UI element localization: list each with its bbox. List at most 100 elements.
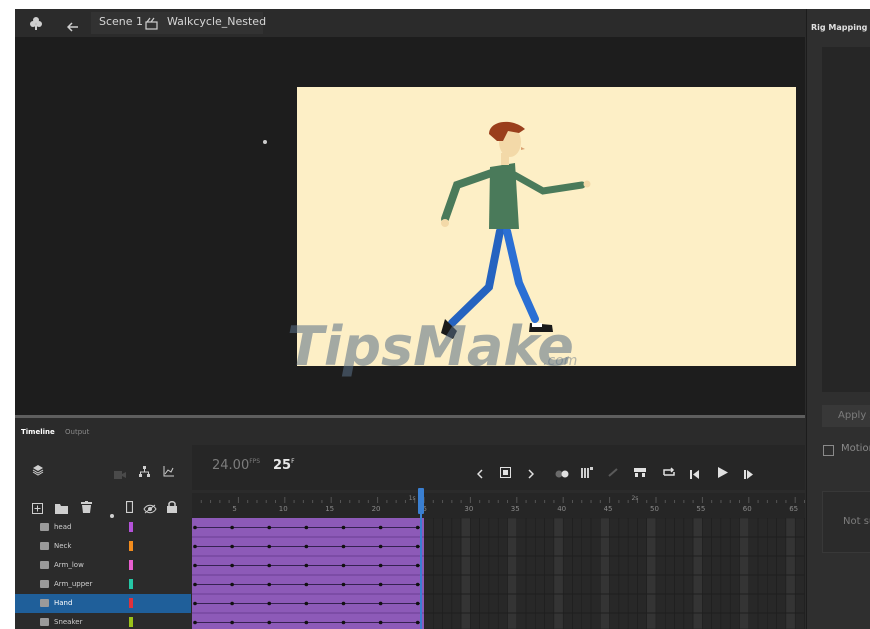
frame-cell [590, 518, 601, 629]
lock-icon[interactable] [167, 498, 177, 517]
frame-cell [655, 518, 666, 629]
keyframe-dot [193, 582, 197, 587]
timeline-panel: Timeline Output 24.00FPS 25F 5 10 15 20 … [15, 418, 805, 629]
motion-checkbox[interactable] [823, 445, 834, 456]
keyframe-dot [415, 544, 420, 549]
frame-cell [433, 518, 443, 629]
link-icon[interactable] [607, 463, 619, 482]
walking-character[interactable] [297, 87, 796, 366]
frame-cell [460, 518, 471, 629]
keyframe-dot [230, 620, 234, 625]
frame-options-icon[interactable] [634, 463, 646, 482]
keyframe-dot [415, 525, 420, 530]
layer-row[interactable]: Arm_low [15, 556, 191, 575]
frame-cell [739, 518, 750, 629]
keyframe-dot [304, 544, 309, 549]
onion-skin-icon[interactable] [555, 464, 569, 483]
keyframe-dot [230, 563, 234, 568]
step-forward-icon[interactable] [744, 464, 755, 483]
layers-icon[interactable] [32, 461, 44, 480]
layer-list: head Neck Arm_low Arm_upper Hand Sneaker [15, 518, 191, 629]
layer-row[interactable]: head [15, 518, 191, 537]
layer-row[interactable]: Arm_upper [15, 575, 191, 594]
outline-icon[interactable] [125, 498, 134, 517]
step-back-icon[interactable] [690, 464, 701, 483]
play-icon[interactable] [718, 463, 728, 482]
layer-color-swatch[interactable] [129, 541, 133, 551]
frame-cell [757, 518, 768, 629]
keyframe-dot [341, 544, 346, 549]
layer-name[interactable]: Sneaker [54, 618, 82, 626]
trash-icon[interactable] [81, 498, 92, 517]
keyframe-dot [378, 601, 383, 606]
add-layer-icon[interactable] [32, 499, 43, 518]
playhead-line [420, 514, 422, 629]
frame-cell [451, 518, 462, 629]
frame-cell [562, 518, 573, 629]
tween-keyframes [192, 525, 424, 625]
tab-output[interactable]: Output [65, 428, 89, 436]
edit-multiple-frames-icon[interactable] [581, 463, 593, 482]
layer-name[interactable]: Arm_low [54, 561, 84, 569]
camera-icon[interactable] [114, 464, 126, 483]
graph-icon[interactable] [163, 462, 174, 481]
layer-type-icon [40, 542, 49, 550]
layer-name[interactable]: head [54, 523, 71, 531]
layer-name[interactable]: Hand [54, 599, 72, 607]
layer-row[interactable]: Neck [15, 537, 191, 556]
frame-cell [507, 518, 518, 629]
frame-cell [776, 518, 787, 629]
keyframe-dot [230, 582, 234, 587]
current-frame-value[interactable]: 25 [273, 458, 291, 473]
ruler-number: 20 [371, 505, 381, 513]
frame-cell [767, 518, 777, 629]
ruler-number: 60 [742, 505, 752, 513]
layer-parenting-icon[interactable] [139, 462, 150, 481]
frame-cell [646, 518, 657, 629]
frames-grid[interactable] [192, 518, 805, 629]
keyframe-dot [378, 563, 383, 568]
back-arrow-icon[interactable] [66, 17, 79, 36]
breadcrumb-scene[interactable]: Scene 1 [99, 15, 143, 28]
keyframe-dot [304, 563, 309, 568]
layer-color-swatch[interactable] [129, 522, 133, 532]
frame-ruler[interactable]: 51015202530354045505560651s2s [192, 493, 805, 518]
fps-display[interactable]: 24.00FPS [212, 458, 260, 473]
tab-timeline[interactable]: Timeline [21, 428, 55, 436]
ruler-number: 50 [650, 505, 659, 513]
keyframe-dot [415, 620, 420, 625]
breadcrumb-symbol[interactable]: Walkcycle_Nested [167, 15, 266, 28]
ruler-second: 2s [631, 495, 639, 502]
fps-value[interactable]: 24.00 [212, 458, 249, 473]
layer-row[interactable]: Sneaker [15, 613, 191, 629]
symbol-switch-icon[interactable] [29, 15, 43, 34]
layer-color-swatch[interactable] [129, 579, 133, 589]
chevron-right-icon[interactable] [528, 464, 535, 483]
insert-keyframe-icon[interactable] [500, 463, 511, 482]
motion-tween-span[interactable] [192, 518, 424, 629]
frame-cell [674, 518, 685, 629]
keyframe-dot [304, 525, 309, 530]
frame-cell [609, 518, 620, 629]
panel-title: Rig Mapping [811, 23, 868, 32]
frame-cell [720, 518, 731, 629]
loop-icon[interactable] [663, 463, 675, 482]
layer-color-swatch[interactable] [129, 617, 133, 627]
layer-color-swatch[interactable] [129, 560, 133, 570]
playhead-handle[interactable] [418, 488, 424, 514]
apply-button[interactable]: Apply s [822, 405, 870, 427]
keyframe-dot [415, 582, 420, 587]
stage-pasteboard[interactable]: TipsMake .com [15, 37, 805, 415]
frame-cell [516, 518, 527, 629]
folder-icon[interactable] [55, 499, 68, 518]
current-frame-display[interactable]: 25F [273, 458, 295, 473]
stage-canvas[interactable] [297, 87, 796, 366]
layer-row[interactable]: Hand [15, 594, 191, 613]
layer-color-swatch[interactable] [129, 598, 133, 608]
rig-mapping-panel: Rig Mapping Apply s Motion Not su [806, 9, 870, 629]
layer-name[interactable]: Neck [54, 542, 71, 550]
layer-type-icon [40, 599, 49, 607]
layer-name[interactable]: Arm_upper [54, 580, 92, 588]
hide-icon[interactable] [143, 499, 157, 518]
chevron-left-icon[interactable] [476, 464, 483, 483]
